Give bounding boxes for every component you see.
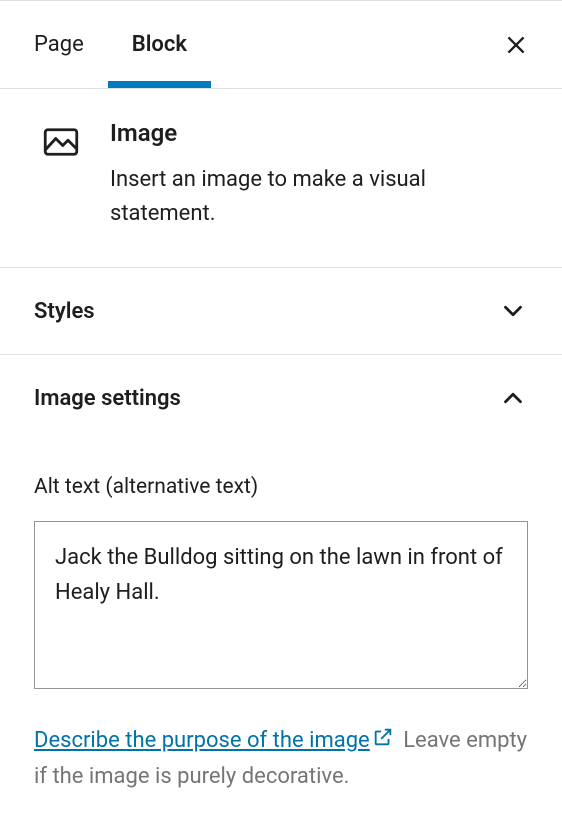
image-settings-section-title: Image settings bbox=[34, 386, 181, 411]
tab-block[interactable]: Block bbox=[108, 1, 211, 88]
close-button[interactable] bbox=[500, 29, 532, 61]
external-link-icon bbox=[372, 724, 394, 759]
alt-text-input[interactable] bbox=[34, 521, 528, 689]
block-title: Image bbox=[110, 119, 532, 147]
image-settings-section-header[interactable]: Image settings bbox=[0, 355, 562, 441]
close-icon bbox=[503, 32, 529, 58]
block-text: Image Insert an image to make a visual s… bbox=[110, 119, 532, 231]
alt-text-label: Alt text (alternative text) bbox=[34, 475, 528, 499]
describe-image-link-text: Describe the purpose of the image bbox=[34, 728, 370, 753]
alt-text-help: Describe the purpose of the image Leave … bbox=[34, 723, 528, 794]
block-info: Image Insert an image to make a visual s… bbox=[0, 89, 562, 268]
image-block-icon bbox=[40, 121, 82, 231]
block-description: Insert an image to make a visual stateme… bbox=[110, 163, 532, 231]
describe-image-link[interactable]: Describe the purpose of the image bbox=[34, 728, 398, 753]
block-inspector-panel: Page Block Image Insert an image to make… bbox=[0, 0, 562, 828]
image-settings-section-body: Alt text (alternative text) Describe the… bbox=[0, 441, 562, 828]
tabs: Page Block bbox=[0, 1, 211, 88]
styles-section-title: Styles bbox=[34, 299, 95, 324]
styles-section-header[interactable]: Styles bbox=[0, 268, 562, 355]
chevron-down-icon bbox=[498, 296, 528, 326]
tab-page[interactable]: Page bbox=[10, 1, 108, 88]
chevron-up-icon bbox=[498, 383, 528, 413]
tabs-header: Page Block bbox=[0, 1, 562, 89]
